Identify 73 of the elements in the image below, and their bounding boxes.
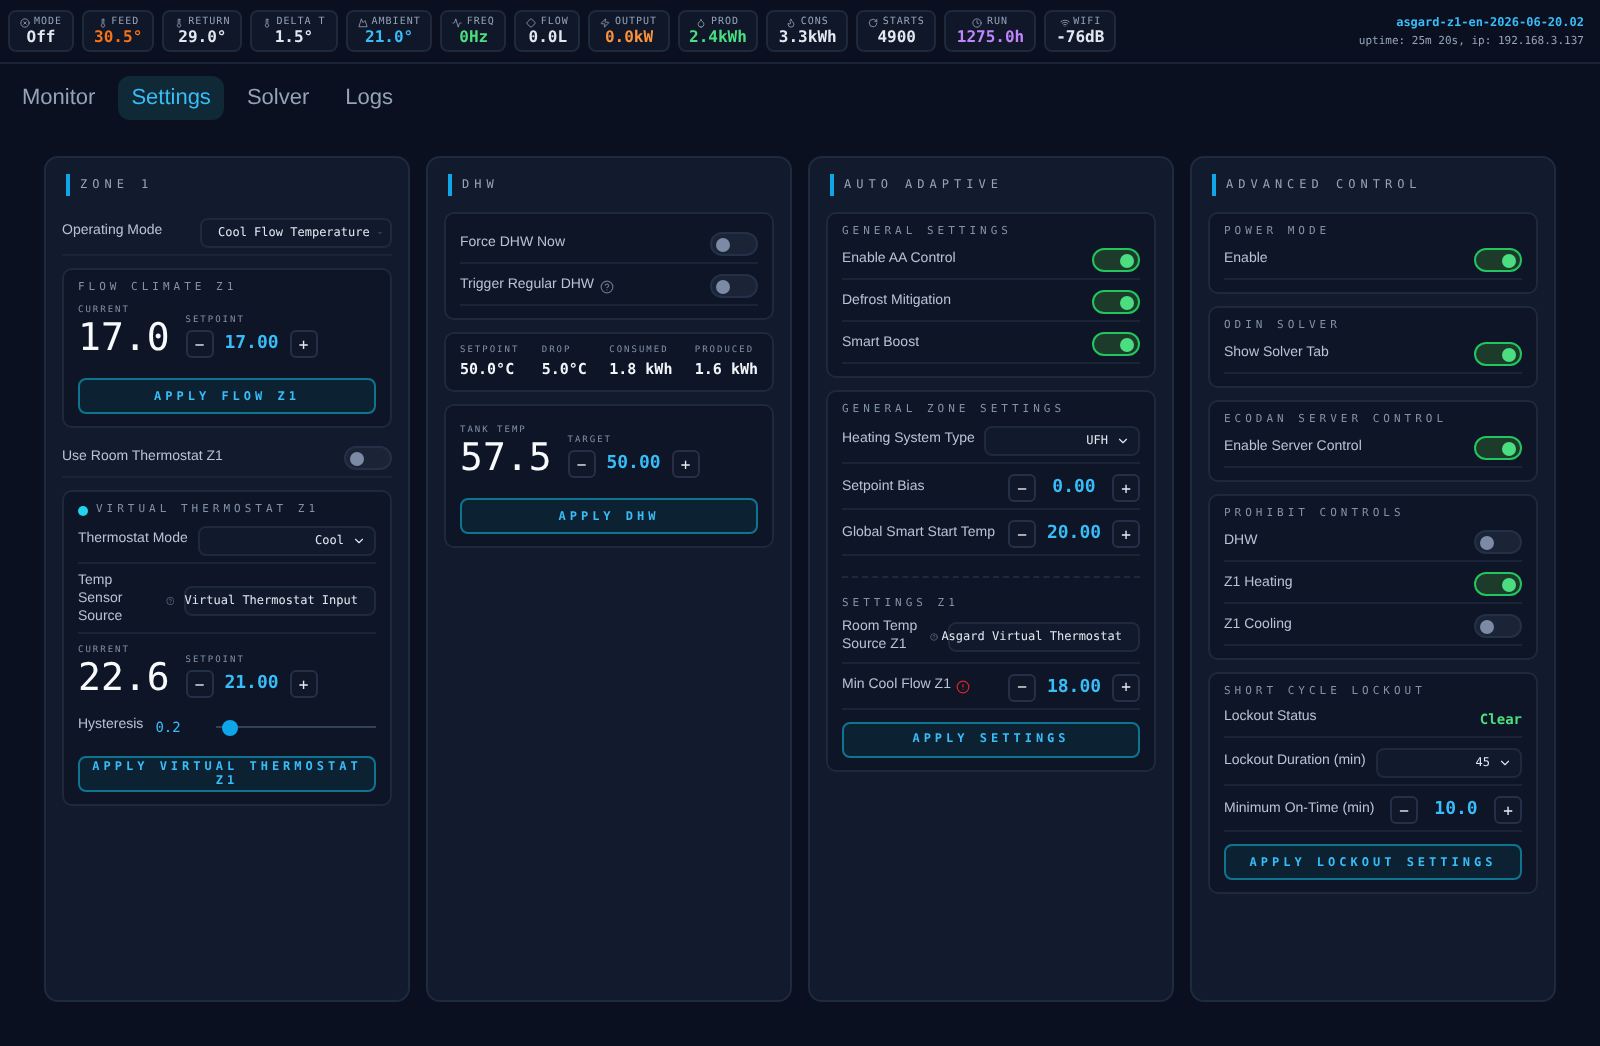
decrement-button[interactable]: − [1390,796,1418,824]
toggle-switch[interactable] [1092,248,1140,272]
thermometer-icon [262,17,273,27]
thermometer-icon [174,17,185,27]
stepper-value: 18.00 [1044,677,1104,697]
increment-button[interactable]: + [1112,474,1140,502]
stepper-value: 21.00 [222,674,281,695]
stepper-value: 0.00 [1050,478,1098,498]
stat-value: 0Hz [459,28,489,46]
stat-value: 1275.0h [956,28,1025,46]
current-reading: 22.6 [78,660,170,699]
decrement-button[interactable]: − [1008,673,1036,701]
stat-value: 2.4kWh [689,28,747,46]
pulse-icon [452,17,463,27]
circle-x-icon [20,17,30,27]
decrement-button[interactable]: − [185,330,214,358]
flame-icon [786,17,797,27]
mountain-icon [357,17,368,27]
toggle-switch[interactable] [1474,572,1522,596]
tab[interactable]: Monitor [8,76,110,120]
toggle-switch[interactable] [344,446,392,470]
stepper-value: 50.00 [604,454,663,474]
stepper-value: 20.00 [1044,524,1104,544]
toggle-switch[interactable] [1474,436,1522,460]
toggle-switch[interactable] [710,232,758,256]
chevron-down-icon [1116,434,1130,448]
slider-thumb[interactable] [221,719,238,736]
stepper-value: 17.00 [222,334,281,354]
increment-button[interactable]: + [1494,796,1522,824]
chevron-down-icon [352,534,366,548]
toggle-switch[interactable] [710,274,758,298]
wifi-icon [1059,17,1070,27]
increment-button[interactable]: + [1112,520,1140,548]
stat-value: 0.0kW [604,28,654,46]
stat-value: 1.5° [274,28,314,46]
toggle-switch[interactable] [1474,530,1522,554]
current-reading: 17.0 [78,320,170,358]
hysteresis-slider[interactable] [216,719,376,736]
toggle-switch[interactable] [1474,614,1522,638]
droplet-icon [696,17,707,27]
stat-value: -76dB [1056,28,1105,46]
toggle-switch[interactable] [1474,248,1522,272]
stat-value: 0.0L [528,28,568,46]
toggle-switch[interactable] [1092,332,1140,356]
stat-value: 30.5° [94,28,143,46]
decrement-button[interactable]: − [1008,474,1036,502]
tab[interactable]: Settings [117,76,225,120]
increment-button[interactable]: + [671,450,700,478]
increment-button[interactable]: + [289,330,318,358]
stat-value: 4900 [877,28,916,46]
tab[interactable]: Solver [232,76,324,120]
clock-icon [972,17,983,27]
lightning-icon [600,17,611,27]
chevron-down-icon [1498,756,1512,770]
increment-button[interactable]: + [1112,673,1140,701]
stat-value: 21.0° [365,28,414,46]
rotate-icon [868,17,879,27]
diamond-icon [526,17,537,27]
stepper-value: 10.0 [1432,800,1480,820]
decrement-button[interactable]: − [1008,520,1036,548]
stat-value: 29.0° [178,28,227,46]
increment-button[interactable]: + [289,670,318,699]
help-icon[interactable] [600,279,615,293]
toggle-switch[interactable] [1474,342,1522,366]
decrement-button[interactable]: − [185,670,214,699]
stat-value: 3.3kWh [778,28,837,46]
thermometer-icon [97,17,108,27]
current-reading: 57.5 [460,440,552,478]
toggle-switch[interactable] [1092,290,1140,314]
stat-value: Off [26,28,56,46]
tab[interactable]: Logs [331,76,407,120]
decrement-button[interactable]: − [567,450,596,478]
warning-icon [956,680,971,694]
